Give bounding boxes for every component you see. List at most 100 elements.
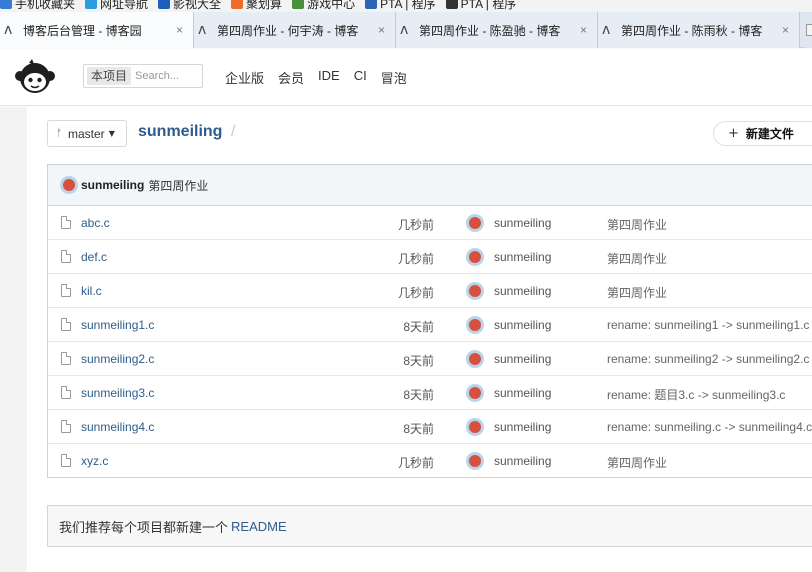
file-commit-author[interactable]: sunmeiling (494, 284, 551, 298)
nav-bubble[interactable]: 冒泡 (381, 68, 407, 87)
readme-notice: 我们推荐每个项目都新建一个 README (47, 505, 812, 547)
file-commit-message[interactable]: 第四周作业 (607, 454, 667, 471)
file-commit-message[interactable]: rename: sunmeiling2 -> sunmeiling2.c (607, 352, 809, 366)
bookmark-pta-2[interactable]: PTA | 程序 (445, 0, 516, 12)
bookmark-icon (0, 0, 12, 9)
bookmark-pta-1[interactable]: PTA | 程序 (365, 0, 436, 12)
table-row: sunmeiling1.c 8天前 sunmeiling rename: sunmei… (48, 308, 812, 342)
avatar[interactable] (466, 418, 484, 436)
file-commit-author[interactable]: sunmeiling (494, 250, 551, 264)
table-row: sunmeiling2.c 8天前 sunmeiling rename: sunmei… (48, 342, 812, 376)
bookmark-mobile-favorites[interactable]: 手机收藏夹 (0, 0, 75, 12)
tab-scroll[interactable] (805, 12, 812, 48)
tab-close-icon[interactable]: × (580, 23, 587, 37)
bookmark-juhuasuan[interactable]: 聚划算 (231, 0, 282, 12)
table-row: def.c 几秒前 sunmeiling 第四周作业 (48, 240, 812, 274)
bookmark-icon (85, 0, 98, 9)
file-commit-message[interactable]: rename: 题目3.c -> sunmeiling3.c (607, 386, 785, 403)
file-commit-author[interactable]: sunmeiling (494, 386, 551, 400)
new-file-button[interactable]: + 新建文件 (713, 121, 812, 146)
search-scope-tag[interactable]: 本项目 (87, 67, 132, 85)
bookmark-game-center[interactable]: 游戏中心 (292, 0, 355, 12)
file-icon (61, 352, 71, 365)
branch-icon: ᚠ (56, 128, 62, 139)
latest-commit-bar: sunmeiling 第四周作业 (48, 165, 812, 206)
file-icon (61, 284, 71, 297)
avatar[interactable] (466, 214, 484, 232)
file-icon (61, 250, 71, 263)
file-commit-message[interactable]: rename: sunmeiling.c -> sunmeiling4.c (607, 420, 812, 434)
table-row: abc.c 几秒前 sunmeiling 第四周作业 (48, 206, 812, 240)
commit-message[interactable]: 第四周作业 (148, 177, 208, 194)
file-name-link[interactable]: xyz.c (81, 454, 108, 468)
browser-tab-chenyuqiu[interactable]: ᴧ 第四周作业 - 陈雨秋 - 博客 × (598, 12, 800, 48)
file-icon (61, 318, 71, 331)
browser-tab-chenyingchi[interactable]: ᴧ 第四周作业 - 陈盈驰 - 博客 × (396, 12, 598, 48)
file-commit-author[interactable]: sunmeiling (494, 420, 551, 434)
browser-tab-heyutao[interactable]: ᴧ 第四周作业 - 何宇涛 - 博客 × (194, 12, 396, 48)
avatar[interactable] (466, 452, 484, 470)
gitee-monkey-logo-icon[interactable] (12, 59, 58, 95)
file-updated-time: 几秒前 (397, 252, 434, 266)
plus-icon: + (728, 126, 739, 141)
avatar[interactable] (60, 176, 78, 194)
tab-close-icon[interactable]: × (378, 23, 385, 37)
table-row: xyz.c 几秒前 sunmeiling 第四周作业 (48, 444, 812, 478)
avatar[interactable] (466, 248, 484, 266)
file-name-link[interactable]: def.c (81, 250, 107, 264)
site-header: 本项目 企业版 会员 IDE CI 冒泡 (0, 49, 812, 106)
file-icon (61, 454, 71, 467)
avatar[interactable] (466, 384, 484, 402)
bookmarks-bar: 手机收藏夹 网址导航 影视大全 聚划算 游戏中心 PTA | 程序 PTA | … (0, 0, 812, 12)
commit-author[interactable]: sunmeiling (81, 178, 144, 192)
repo-main: ᚠ master ▼ sunmeiling / + 新建文件 sunmeilin… (27, 107, 812, 572)
file-name-link[interactable]: sunmeiling2.c (81, 352, 154, 366)
table-row: sunmeiling4.c 8天前 sunmeiling rename: sunmei… (48, 410, 812, 444)
file-commit-author[interactable]: sunmeiling (494, 318, 551, 332)
file-commit-author[interactable]: sunmeiling (494, 352, 551, 366)
file-commit-message[interactable]: rename: sunmeiling1 -> sunmeiling1.c (607, 318, 809, 332)
file-icon (61, 386, 71, 399)
tab-close-icon[interactable]: × (176, 23, 183, 37)
file-name-link[interactable]: sunmeiling4.c (81, 420, 154, 434)
file-updated-time: 几秒前 (397, 286, 434, 300)
bookmark-icon (445, 0, 458, 9)
file-commit-message[interactable]: 第四周作业 (607, 250, 667, 267)
file-name-link[interactable]: abc.c (81, 216, 110, 230)
file-name-link[interactable]: sunmeiling1.c (81, 318, 154, 332)
bookmark-url-nav[interactable]: 网址导航 (85, 0, 148, 12)
tab-close-icon[interactable]: × (782, 23, 789, 37)
nav-membership[interactable]: 会员 (278, 68, 304, 87)
avatar[interactable] (466, 316, 484, 334)
readme-link[interactable]: README (231, 519, 287, 534)
nav-ci[interactable]: CI (354, 68, 367, 87)
table-row: kil.c 几秒前 sunmeiling 第四周作业 (48, 274, 812, 308)
file-commit-author[interactable]: sunmeiling (494, 454, 551, 468)
bookmark-icon (292, 0, 305, 9)
breadcrumb-separator: / (231, 123, 236, 140)
bookmark-icon (365, 0, 378, 9)
bookmark-video[interactable]: 影视大全 (158, 0, 221, 12)
search-input[interactable] (135, 70, 200, 82)
avatar[interactable] (466, 350, 484, 368)
bookmark-icon (231, 0, 244, 9)
file-commit-message[interactable]: 第四周作业 (607, 284, 667, 301)
file-updated-time: 8天前 (403, 354, 434, 368)
nav-ide[interactable]: IDE (318, 68, 340, 87)
search-box[interactable]: 本项目 (83, 64, 203, 88)
file-commit-author[interactable]: sunmeiling (494, 216, 551, 230)
cnblogs-favicon-icon: ᴧ (400, 22, 409, 38)
file-name-link[interactable]: kil.c (81, 284, 102, 298)
nav-enterprise[interactable]: 企业版 (225, 68, 264, 87)
file-name-link[interactable]: sunmeiling3.c (81, 386, 154, 400)
top-nav: 企业版 会员 IDE CI 冒泡 (225, 68, 421, 87)
cnblogs-favicon-icon: ᴧ (602, 22, 611, 38)
file-commit-message[interactable]: 第四周作业 (607, 216, 667, 233)
repo-breadcrumb-link[interactable]: sunmeiling (138, 123, 222, 141)
browser-tab-blog-admin[interactable]: ᴧ 博客后台管理 - 博客园 × (0, 12, 194, 48)
avatar[interactable] (466, 282, 484, 300)
branch-select-button[interactable]: ᚠ master ▼ (47, 120, 127, 147)
left-gutter (0, 107, 27, 572)
file-icon (61, 420, 71, 433)
readme-notice-text: 我们推荐每个项目都新建一个 (59, 519, 229, 535)
